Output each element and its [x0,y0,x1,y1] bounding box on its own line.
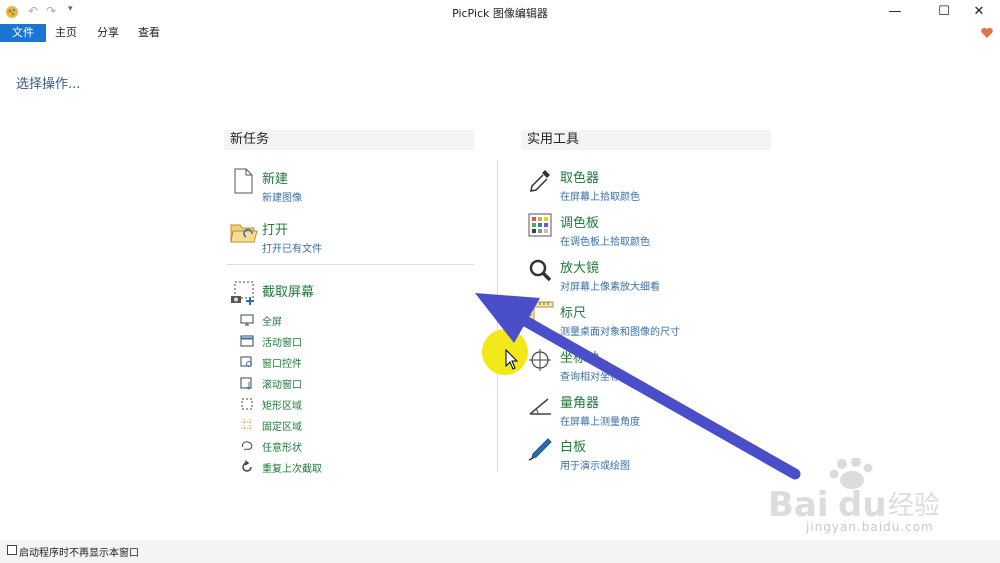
fixed-region-icon [241,419,253,431]
tool-whiteboard[interactable]: 白板 用于演示或绘图 [526,435,776,473]
close-button[interactable]: ✕ [964,2,994,22]
capture-window-control-label: 窗口控件 [262,359,302,370]
capture-scrolling-window-label: 滚动窗口 [262,380,302,391]
tool-palette-title: 调色板 [560,216,600,231]
crosshair-icon [529,349,551,371]
tool-color-picker-title: 取色器 [560,171,600,186]
menu-view[interactable]: 查看 [133,24,165,42]
scroll-window-icon [240,377,252,390]
capture-active-window[interactable]: 活动窗口 [240,333,360,349]
tool-ruler-title: 标尺 [560,306,587,321]
capture-window-control[interactable]: 窗口控件 [240,354,360,370]
menu-home[interactable]: 主页 [50,24,82,42]
monitor-icon [240,314,254,326]
mouse-cursor-icon [505,348,519,370]
page-subtitle: 选择操作... [16,77,81,92]
capture-scrolling-window[interactable]: 滚动窗口 [240,375,360,391]
tool-color-picker[interactable]: 取色器 在屏幕上拾取颜色 [526,166,776,204]
freehand-shape-icon [242,441,253,451]
capture-fullscreen-label: 全屏 [262,317,282,328]
new-task-heading: 新任务 [224,130,474,150]
ruler-icon [528,301,554,329]
capture-rectangle[interactable]: 矩形区域 [240,396,360,412]
repeat-icon [242,460,252,472]
dont-show-label[interactable]: 启动程序时不再显示本窗口 [19,544,139,559]
maximize-button[interactable]: ☐ [929,2,959,22]
tool-ruler[interactable]: 标尺 测量桌面对象和图像的尺寸 [526,301,776,339]
capture-rectangle-label: 矩形区域 [262,401,302,412]
capture-freehand[interactable]: 任意形状 [240,438,360,454]
eyedropper-icon [530,170,550,192]
rectangle-select-icon [241,398,253,410]
menu-file[interactable]: 文件 [0,24,46,42]
title-bar: ↶ ↷ ▾ PicPick 图像编辑器 — ☐ ✕ [0,0,1000,24]
tools-heading: 实用工具 [521,130,771,150]
tool-whiteboard-title: 白板 [560,440,587,455]
new-image-item[interactable]: 新建 新建图像 [230,166,470,206]
window-control-icon [240,356,252,367]
menu-share[interactable]: 分享 [92,24,124,42]
screen-capture-item[interactable]: 截取屏幕 [230,279,470,305]
minimize-button[interactable]: — [880,2,910,22]
status-bar [0,540,1000,563]
tool-palette[interactable]: 调色板 在调色板上拾取颜色 [526,211,776,249]
window-title: PicPick 图像编辑器 [452,7,548,20]
open-file-title: 打开 [262,223,289,238]
open-folder-icon [230,224,258,243]
tool-magnifier-desc: 对屏幕上像素放大细看 [560,282,660,293]
menu-bar: 文件 主页 分享 查看 [0,24,1000,42]
svg-text:du: du [838,485,887,525]
tool-protractor[interactable]: 量角器 在屏幕上测量角度 [526,391,776,429]
palette-icon [528,213,552,237]
open-file-item[interactable]: 打开 打开已有文件 [230,217,470,257]
tool-protractor-title: 量角器 [560,396,600,411]
tool-magnifier-title: 放大镜 [560,261,600,276]
tool-protractor-desc: 在屏幕上测量角度 [560,417,640,428]
tool-crosshair-desc: 查询相对坐标 [560,372,620,383]
cursor-highlight [482,329,528,375]
tool-ruler-desc: 测量桌面对象和图像的尺寸 [560,327,680,338]
new-image-title: 新建 [262,172,289,187]
screen-capture-icon [231,281,254,305]
window-icon [240,335,254,347]
svg-text:经验: 经验 [888,491,940,521]
new-image-desc: 新建图像 [262,193,302,204]
section-divider [226,264,474,265]
tool-whiteboard-desc: 用于演示或绘图 [560,461,630,472]
watermark-url: jingyan.baidu.com [806,520,934,534]
screen-capture-title: 截取屏幕 [262,285,315,300]
capture-fixed-region-label: 固定区域 [262,422,302,433]
capture-active-window-label: 活动窗口 [262,338,302,349]
tool-palette-desc: 在调色板上拾取颜色 [560,237,650,248]
tool-color-picker-desc: 在屏幕上拾取颜色 [560,192,640,203]
capture-freehand-label: 任意形状 [262,443,302,454]
capture-fullscreen[interactable]: 全屏 [240,312,360,328]
open-file-desc: 打开已有文件 [262,244,322,255]
capture-repeat-last-label: 重复上次截取 [262,464,322,475]
tool-magnifier[interactable]: 放大镜 对屏幕上像素放大细看 [526,256,776,294]
svg-text:Bai: Bai [768,485,829,525]
whiteboard-pen-icon [528,438,552,461]
tool-crosshair-title: 坐标轴 [560,351,600,366]
dont-show-checkbox[interactable] [7,545,17,555]
tool-crosshair[interactable]: 坐标轴 查询相对坐标 [526,346,776,384]
capture-repeat-last[interactable]: 重复上次截取 [240,459,360,475]
magnifier-icon [529,259,552,282]
column-divider [497,160,498,472]
heart-icon[interactable] [980,26,994,40]
new-file-icon [234,168,253,194]
capture-fixed-region[interactable]: 固定区域 [240,417,360,433]
protractor-icon [529,398,551,415]
